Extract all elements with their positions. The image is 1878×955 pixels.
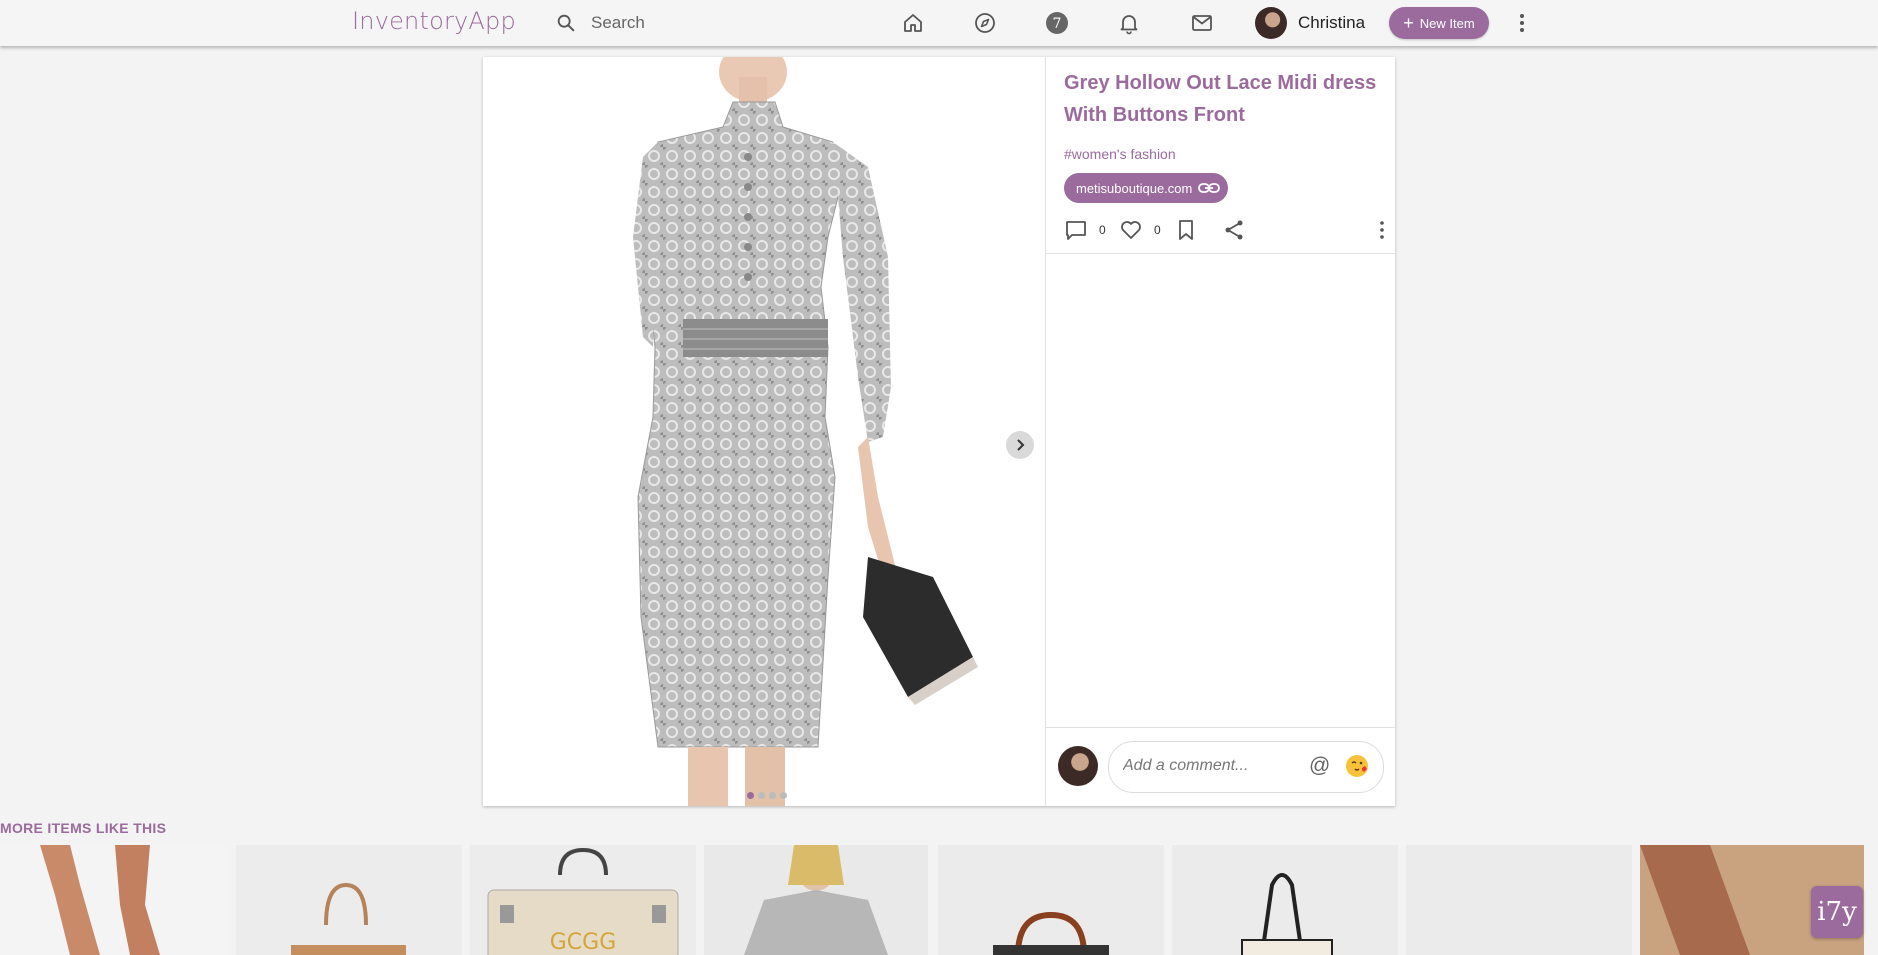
badge-text: i7y — [1817, 897, 1857, 927]
comment-box[interactable]: @ — [1108, 741, 1384, 793]
source-link-text: metisuboutique.com — [1076, 180, 1193, 196]
app-logo[interactable]: InventoryApp — [352, 7, 516, 35]
svg-text:7: 7 — [1053, 16, 1062, 32]
commenter-avatar — [1058, 746, 1098, 786]
like-count: 0 — [1154, 223, 1161, 237]
share-icon[interactable] — [1222, 218, 1246, 242]
mail-icon[interactable] — [1189, 10, 1215, 36]
plus-icon: + — [1403, 13, 1414, 33]
top-bar: InventoryApp 7 Christina + New Item — [0, 0, 1878, 46]
item-image[interactable] — [483, 57, 1045, 806]
compass-icon[interactable] — [972, 10, 998, 36]
item-thumbnail[interactable] — [236, 845, 462, 955]
user-avatar[interactable] — [1255, 7, 1287, 39]
brand-icon[interactable]: 7 — [1044, 10, 1070, 36]
bell-icon[interactable] — [1116, 10, 1142, 36]
search-bar[interactable] — [555, 10, 855, 36]
item-thumbnail[interactable] — [704, 845, 928, 955]
source-link-chip[interactable]: metisuboutique.com — [1064, 173, 1229, 203]
item-details: Grey Hollow Out Lace Midi dress With But… — [1046, 57, 1395, 806]
username[interactable]: Christina — [1298, 13, 1365, 33]
bookmark-icon[interactable] — [1174, 218, 1198, 242]
emoji-icon[interactable] — [1345, 754, 1369, 778]
pagination-dot[interactable] — [780, 792, 787, 799]
heart-icon[interactable] — [1119, 218, 1143, 242]
dress-photo — [633, 57, 978, 806]
item-actions: 0 0 — [1064, 215, 1394, 245]
comment-icon[interactable] — [1064, 218, 1088, 242]
divider — [1046, 253, 1395, 254]
search-icon — [557, 14, 575, 32]
item-thumbnail[interactable]: GCGG — [470, 845, 696, 955]
new-item-button[interactable]: + New Item — [1389, 7, 1489, 39]
chevron-right-icon — [1017, 439, 1025, 451]
home-icon[interactable] — [900, 10, 926, 36]
item-thumbnail[interactable] — [1406, 845, 1632, 955]
more-items-row: GCGG — [0, 845, 1878, 955]
more-items-heading: MORE ITEMS LIKE THIS — [0, 820, 167, 836]
more-vert-icon[interactable] — [1370, 218, 1394, 242]
new-item-label: New Item — [1419, 15, 1475, 31]
item-thumbnail[interactable] — [938, 845, 1164, 955]
divider — [1046, 727, 1395, 728]
item-title: Grey Hollow Out Lace Midi dress With But… — [1064, 72, 1377, 126]
item-hashtag[interactable]: #women's fashion — [1064, 146, 1176, 162]
image-pagination — [747, 792, 787, 799]
search-input[interactable] — [589, 12, 833, 34]
pagination-dot[interactable] — [747, 792, 754, 799]
link-icon — [1198, 183, 1221, 193]
comment-count: 0 — [1099, 223, 1106, 237]
pagination-dot[interactable] — [758, 792, 765, 799]
item-thumbnail[interactable] — [0, 845, 228, 955]
svg-text:GCGG: GCGG — [550, 930, 617, 955]
next-image-button[interactable] — [1006, 431, 1034, 459]
item-thumbnail[interactable] — [1172, 845, 1398, 955]
app-badge[interactable]: i7y — [1811, 886, 1863, 938]
mention-icon[interactable]: @ — [1309, 754, 1330, 778]
item-card: Grey Hollow Out Lace Midi dress With But… — [483, 57, 1395, 806]
comment-input[interactable] — [1121, 756, 1305, 776]
pagination-dot[interactable] — [769, 792, 776, 799]
more-vert-icon[interactable] — [1510, 10, 1534, 36]
